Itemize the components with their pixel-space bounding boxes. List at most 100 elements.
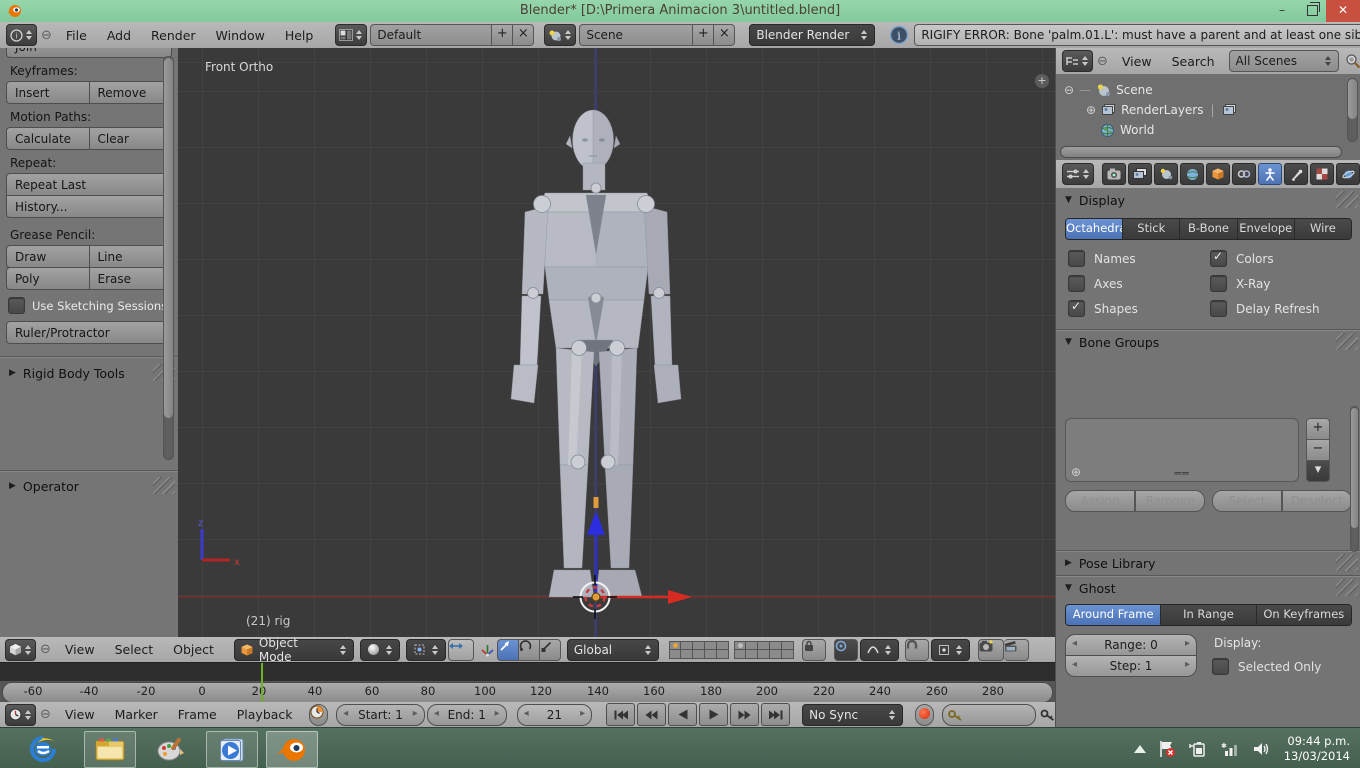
layer-grid-2[interactable] — [734, 641, 794, 659]
join-button[interactable]: Join — [6, 48, 172, 58]
display-mode-envelope[interactable]: Envelope — [1238, 219, 1295, 239]
keying-set-field[interactable] — [942, 704, 1036, 726]
taskbar-paint-icon[interactable] — [146, 731, 196, 766]
repeat-last-button[interactable]: Repeat Last — [6, 173, 172, 195]
rigid-body-tools-panel-header[interactable]: ▶ Rigid Body Tools — [0, 361, 178, 385]
outliner-menu-search[interactable]: Search — [1162, 54, 1225, 69]
delete-scene-button[interactable]: × — [713, 24, 735, 46]
tab-bone[interactable] — [1284, 163, 1308, 185]
sync-mode-select[interactable]: No Sync — [802, 704, 903, 726]
increment-arrow-icon[interactable]: ▸ — [1185, 659, 1190, 670]
bone-group-specials-button[interactable]: ▾ — [1306, 461, 1330, 482]
opengl-render-image-button[interactable] — [978, 639, 1004, 661]
display-mode-wire[interactable]: Wire — [1295, 219, 1351, 239]
menu-add[interactable]: Add — [97, 28, 141, 43]
view3d-menu-select[interactable]: Select — [105, 642, 164, 657]
scene-icon-button[interactable] — [544, 24, 576, 46]
taskbar-blender-icon[interactable] — [266, 731, 318, 768]
outliner-vscrollbar[interactable] — [1347, 78, 1358, 142]
grease-erase-button[interactable]: Erase — [89, 267, 173, 290]
properties-scrollbar[interactable] — [1350, 406, 1359, 552]
search-icon[interactable] — [1345, 53, 1360, 69]
taskbar-clock[interactable]: 09:44 p.m. 13/03/2014 — [1284, 734, 1350, 764]
record-button[interactable] — [915, 704, 935, 726]
screen-layout-field[interactable]: Default — [370, 24, 491, 46]
ghost-in-range[interactable]: In Range — [1161, 605, 1256, 625]
manipulator-rotate-toggle[interactable] — [518, 639, 539, 661]
operator-panel-header[interactable]: ▶ Operator — [0, 474, 178, 498]
close-button[interactable]: ✕ — [1326, 0, 1360, 22]
previous-keyframe-button[interactable] — [637, 703, 666, 726]
calculate-paths-button[interactable]: Calculate — [6, 127, 89, 150]
sketching-sessions-checkbox[interactable] — [8, 297, 25, 314]
editor-type-outliner-button[interactable] — [1062, 50, 1093, 72]
tab-constraints[interactable] — [1232, 163, 1256, 185]
add-scene-button[interactable]: + — [692, 24, 713, 46]
deselect-button[interactable]: Deselect — [1282, 490, 1352, 512]
toolshelf-scrollbar[interactable] — [163, 56, 174, 460]
jump-to-start-button[interactable] — [606, 703, 635, 726]
screen-layout-icon-button[interactable] — [335, 24, 367, 46]
lock-to-scene-toggle[interactable] — [802, 639, 826, 661]
ghost-range-field[interactable]: ◂ Range: 0 ▸ — [1065, 634, 1197, 656]
manipulator-scale-toggle[interactable] — [539, 639, 561, 661]
clear-paths-button[interactable]: Clear — [89, 127, 173, 150]
insert-keyframe-icon[interactable] — [1040, 708, 1055, 721]
collapse-menus-icon[interactable]: ⊖ — [40, 707, 51, 722]
outliner-filter-select[interactable]: All Scenes — [1229, 50, 1339, 72]
action-center-flag-icon[interactable] — [1158, 740, 1176, 758]
snap-element-select[interactable] — [931, 639, 970, 661]
panel-drag-grip[interactable] — [1336, 191, 1358, 208]
panel-drag-grip[interactable] — [1336, 554, 1358, 571]
panel-drag-grip[interactable] — [153, 477, 175, 494]
scene-field[interactable]: Scene — [579, 24, 692, 46]
delete-layout-button[interactable]: × — [512, 24, 534, 46]
ruler-protractor-button[interactable]: Ruler/Protractor — [6, 321, 172, 344]
transform-orientation-select[interactable]: Global — [567, 639, 659, 661]
tab-object[interactable] — [1206, 163, 1230, 185]
outliner-hscrollbar[interactable] — [1060, 146, 1342, 158]
layer-grid-1[interactable] — [669, 641, 729, 659]
bone-groups-list[interactable]: ⊕ ══ — [1065, 418, 1299, 482]
collapse-menus-icon[interactable]: ⊖ — [41, 28, 52, 43]
pose-library-panel-header[interactable]: ▶ Pose Library — [1056, 551, 1360, 575]
timeline-ruler[interactable]: -60 -40 -20 0 20 40 60 80 100 120 140 16… — [0, 681, 1055, 702]
editor-type-timeline-button[interactable] — [5, 704, 36, 726]
menu-window[interactable]: Window — [206, 28, 275, 43]
timeline-menu-playback[interactable]: Playback — [227, 707, 303, 722]
selected-only-checkbox[interactable] — [1212, 658, 1229, 675]
grease-draw-button[interactable]: Draw — [6, 245, 89, 268]
assign-button[interactable]: Assign — [1065, 490, 1135, 512]
manipulator-translate-toggle[interactable] — [497, 639, 518, 661]
opengl-render-anim-button[interactable] — [1004, 639, 1029, 661]
tab-scene[interactable] — [1154, 163, 1178, 185]
next-keyframe-button[interactable] — [730, 703, 759, 726]
display-mode-octahedral[interactable]: Octahedral — [1066, 219, 1123, 239]
viewport-shading-select[interactable] — [360, 639, 400, 661]
play-reverse-button[interactable] — [668, 703, 697, 726]
mode-select[interactable]: Object Mode — [234, 639, 354, 661]
bone-group-add-button[interactable]: + — [1306, 418, 1330, 440]
expand-item-icon[interactable]: ⊕ — [1086, 103, 1096, 117]
remove-button[interactable]: Remove — [1135, 490, 1205, 512]
taskbar-internet-explorer-icon[interactable] — [18, 731, 68, 766]
timeline-track-area[interactable] — [0, 662, 1055, 682]
tab-material[interactable] — [1310, 163, 1334, 185]
delay-refresh-checkbox[interactable] — [1210, 300, 1227, 317]
manipulate-centers-toggle[interactable] — [448, 639, 474, 661]
tab-physics[interactable] — [1336, 163, 1360, 185]
auto-keyframe-toggle[interactable] — [309, 704, 329, 726]
menu-file[interactable]: File — [56, 28, 97, 43]
insert-keyframe-button[interactable]: Insert — [6, 81, 89, 104]
tab-render[interactable] — [1102, 163, 1126, 185]
restore-button[interactable] — [1298, 0, 1326, 22]
decrement-arrow-icon[interactable]: ◂ — [1072, 659, 1077, 670]
select-button[interactable]: Select — [1212, 490, 1282, 512]
editor-type-info-button[interactable]: i — [6, 24, 37, 46]
ghost-panel-header[interactable]: ▼ Ghost — [1056, 576, 1360, 600]
show-hidden-icons-button[interactable] — [1134, 745, 1146, 753]
grease-line-button[interactable]: Line — [89, 245, 173, 268]
view3d-menu-view[interactable]: View — [55, 642, 105, 657]
current-frame-field[interactable]: ◂21▸ — [517, 704, 592, 726]
view3d-menu-object[interactable]: Object — [163, 642, 224, 657]
